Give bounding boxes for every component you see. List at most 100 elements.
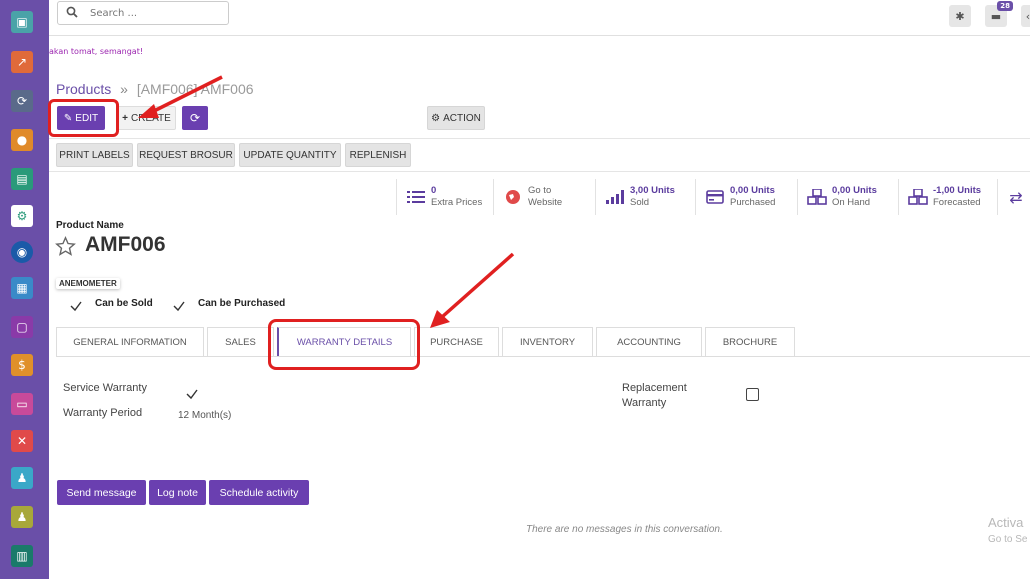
breadcrumb-current: [AMF006] AMF006: [136, 81, 254, 97]
sales-chart-icon[interactable]: ↗: [11, 51, 33, 73]
warranty-period-unit: Month(s): [191, 410, 232, 421]
contacts-icon[interactable]: ▣: [11, 11, 33, 33]
credit-card-icon: [704, 186, 726, 208]
can-be-purchased-checkbox[interactable]: [172, 298, 186, 317]
tab-underline: [56, 356, 1030, 357]
print-labels-button[interactable]: PRINT LABELS: [56, 143, 133, 167]
schedule-activity-button[interactable]: Schedule activity: [209, 480, 309, 505]
request-brosur-button[interactable]: REQUEST BROSUR: [137, 143, 235, 167]
can-be-sold-checkbox[interactable]: [69, 298, 83, 317]
users-settings-icon[interactable]: ♟: [11, 506, 33, 528]
replacement-warranty-checkbox[interactable]: [746, 388, 759, 401]
stat-value: 0: [431, 185, 437, 196]
warranty-period-value[interactable]: 12 Month(s): [178, 410, 231, 421]
tab-accounting[interactable]: ACCOUNTING: [596, 327, 702, 357]
chat-icon[interactable]: ▬ 28: [985, 1, 1013, 27]
category-tag: ANEMOMETER: [56, 278, 120, 289]
cubes-icon: [806, 186, 828, 208]
exchange-icon: ⇄: [1009, 187, 1023, 207]
replacement-label-line2: Warranty: [622, 397, 667, 409]
tab-inventory[interactable]: INVENTORY: [502, 327, 593, 357]
log-note-button[interactable]: Log note: [149, 480, 206, 505]
stat-label: Purchased: [730, 197, 776, 208]
product-name-label: Product Name: [56, 220, 124, 231]
presentation-icon[interactable]: ▤: [11, 168, 33, 190]
action-button[interactable]: ⚙ ACTION: [427, 106, 485, 130]
search-box[interactable]: [57, 1, 229, 25]
activation-watermark-sub: Go to Se: [988, 534, 1028, 545]
stat-on-hand[interactable]: 0,00 Units On Hand: [797, 179, 897, 215]
service-warranty-label: Service Warranty: [63, 382, 147, 394]
gear-icon: ⚙: [431, 112, 441, 124]
divider: [49, 138, 1030, 139]
inventory-app-icon[interactable]: ⚙: [11, 205, 33, 227]
product-name[interactable]: AMF006: [85, 233, 166, 257]
create-button-label: CREATE: [131, 112, 171, 124]
stat-extra-prices[interactable]: 0 Extra Prices: [396, 179, 492, 215]
breadcrumb: Products » [AMF006] AMF006: [56, 81, 254, 97]
globe-app-icon[interactable]: ●: [11, 129, 33, 151]
employees-icon[interactable]: ♟: [11, 467, 33, 489]
stat-value: 0,00 Units: [730, 185, 775, 196]
search-input[interactable]: [90, 5, 220, 21]
refresh-icon: ⟳: [189, 111, 201, 125]
replenish-button[interactable]: REPLENISH: [345, 143, 411, 167]
update-quantity-button[interactable]: UPDATE QUANTITY: [239, 143, 341, 167]
stat-sold[interactable]: 3,00 Units Sold: [595, 179, 694, 215]
handshake-icon[interactable]: ⟳: [11, 90, 33, 112]
can-be-purchased-label: Can be Purchased: [198, 298, 286, 309]
tickets-icon[interactable]: ▭: [11, 393, 33, 415]
stat-value: 0,00 Units: [832, 185, 877, 196]
can-be-sold-label: Can be Sold: [95, 298, 153, 309]
stat-label: On Hand: [832, 197, 871, 208]
action-button-label: ACTION: [443, 112, 481, 124]
cubes-icon: [907, 186, 929, 208]
tab-general-information[interactable]: GENERAL INFORMATION: [56, 327, 204, 357]
refresh-button[interactable]: ⟳: [182, 106, 208, 130]
warranty-period-label: Warranty Period: [63, 407, 143, 419]
stat-label: Website: [528, 197, 563, 208]
service-warranty-checkbox[interactable]: [185, 386, 199, 405]
stat-purchased[interactable]: 0,00 Units Purchased: [695, 179, 796, 215]
bug-icon[interactable]: ✱: [949, 5, 971, 27]
stat-label: Extra Prices: [431, 197, 483, 208]
package-icon[interactable]: ▦: [11, 277, 33, 299]
divider: [49, 171, 1030, 172]
tab-brochure[interactable]: BROCHURE: [705, 327, 795, 357]
stat-label: Forecasted: [933, 197, 981, 208]
chevron-left-icon[interactable]: ‹: [1021, 5, 1030, 27]
search-icon: [66, 6, 78, 18]
stat-more[interactable]: ⇄: [997, 179, 1030, 215]
empty-conversation-message: There are no messages in this conversati…: [526, 524, 723, 535]
tab-sales[interactable]: SALES: [207, 327, 274, 357]
warranty-tab-highlight-box: [268, 319, 420, 370]
invoice-icon[interactable]: $: [11, 354, 33, 376]
create-button[interactable]: + CREATE: [117, 106, 176, 130]
tools-icon[interactable]: ✕: [11, 430, 33, 452]
star-icon[interactable]: [55, 236, 76, 261]
stat-label: Sold: [630, 197, 650, 208]
send-message-button[interactable]: Send message: [57, 480, 146, 505]
edit-highlight-box: [48, 99, 119, 137]
stat-value: 3,00 Units: [630, 185, 675, 196]
activation-watermark: Activa: [988, 515, 1024, 530]
stat-forecasted[interactable]: -1,00 Units Forecasted: [898, 179, 996, 215]
tab-purchase[interactable]: PURCHASE: [414, 327, 499, 357]
top-navbar: ✱ ▬ 28 ‹: [49, 0, 1030, 36]
warranty-period-number: 12: [178, 410, 190, 421]
plus-icon: +: [122, 112, 128, 124]
apps-icon[interactable]: ▥: [11, 545, 33, 567]
company-logo-icon[interactable]: ◉: [11, 241, 33, 263]
stat-go-to-website[interactable]: Go to Website: [493, 179, 594, 215]
arrow-to-warranty-tab: [430, 252, 515, 328]
stat-value: -1,00 Units: [933, 185, 982, 196]
stat-value: Go to: [528, 185, 552, 196]
notes-icon[interactable]: ▢: [11, 316, 33, 338]
replacement-label-line1: Replacement: [622, 382, 687, 394]
app-sidebar: ▣ ↗ ⟳ ● ▤ ⚙ ◉ ▦ ▢ $ ▭ ✕ ♟ ♟ ▥: [0, 0, 49, 579]
breadcrumb-separator: »: [120, 81, 128, 97]
replacement-warranty-label: Replacement Warranty: [622, 382, 687, 409]
chat-badge: 28: [997, 1, 1013, 11]
breadcrumb-products[interactable]: Products: [56, 81, 111, 97]
list-icon: [405, 186, 427, 208]
